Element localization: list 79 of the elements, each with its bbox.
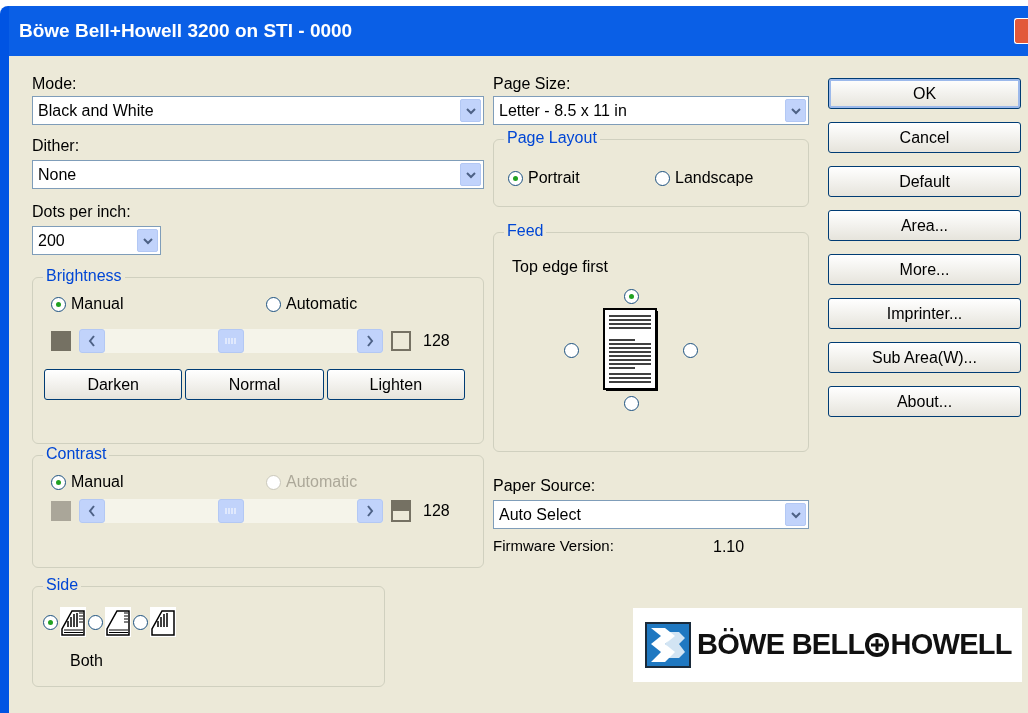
brightness-low-icon bbox=[51, 331, 71, 351]
chevron-icon bbox=[460, 99, 481, 122]
radio-button[interactable] bbox=[623, 289, 639, 304]
dropdown-value: Letter - 8.5 x 11 in bbox=[499, 100, 628, 121]
scroll-left-icon[interactable] bbox=[79, 499, 105, 523]
logo-text: BÖWE BELL bbox=[697, 627, 865, 663]
chevron-icon bbox=[460, 163, 481, 186]
radio-label: Portrait bbox=[528, 168, 580, 188]
adjust-button[interactable]: Darken bbox=[44, 369, 183, 400]
scroll-left-icon[interactable] bbox=[79, 329, 105, 353]
page-sides-icon bbox=[105, 607, 131, 637]
radio-label: Automatic bbox=[286, 294, 358, 314]
page-sides-icon bbox=[60, 607, 86, 637]
dialog-button[interactable]: Sub Area(W)... bbox=[828, 342, 1021, 373]
chevron-icon bbox=[785, 503, 806, 526]
document-icon bbox=[603, 308, 659, 392]
feed-caption: Top edge first bbox=[512, 258, 609, 275]
dropdown-value: 200 bbox=[38, 230, 66, 251]
dropdown[interactable]: Auto Select bbox=[493, 500, 809, 529]
dropdown[interactable]: Black and White bbox=[32, 96, 484, 125]
dropdown[interactable]: Letter - 8.5 x 11 in bbox=[493, 96, 809, 125]
field-label: Paper Source: bbox=[493, 477, 596, 494]
radio-button[interactable] bbox=[133, 614, 148, 630]
slider[interactable] bbox=[79, 329, 383, 353]
group-title: Brightness bbox=[43, 266, 125, 286]
radio-button[interactable] bbox=[43, 614, 58, 630]
scroll-right-icon[interactable] bbox=[357, 329, 383, 353]
contrast-high-icon bbox=[391, 500, 411, 522]
contrast-low-icon bbox=[51, 501, 71, 521]
adjust-button[interactable]: Lighten bbox=[326, 369, 465, 400]
dialog-button[interactable]: Cancel bbox=[828, 122, 1021, 153]
slider-value: 128 bbox=[423, 331, 450, 351]
radio-button[interactable] bbox=[266, 296, 281, 312]
radio-label: Manual bbox=[71, 472, 124, 492]
chevron-icon bbox=[785, 99, 806, 122]
dialog-button[interactable]: OK bbox=[828, 78, 1021, 109]
dialog-button[interactable]: Area... bbox=[828, 210, 1021, 241]
logo-mark-icon bbox=[645, 622, 691, 668]
adjust-button[interactable]: Normal bbox=[185, 369, 324, 400]
dialog-button[interactable]: More... bbox=[828, 254, 1021, 285]
slider-thumb[interactable] bbox=[218, 499, 244, 523]
dialog-button[interactable]: Default bbox=[828, 166, 1021, 197]
field-label: Mode: bbox=[32, 74, 78, 94]
group-title: Page Layout bbox=[504, 128, 600, 148]
radio-button[interactable] bbox=[88, 614, 103, 630]
field-label: Dots per inch: bbox=[32, 203, 131, 220]
radio-label: Manual bbox=[71, 294, 124, 314]
radio-button[interactable] bbox=[508, 170, 523, 186]
firmware-label: Firmware Version: bbox=[493, 536, 615, 556]
radio-label: Landscape bbox=[675, 168, 754, 188]
radio-button[interactable] bbox=[623, 396, 639, 411]
dialog-button[interactable]: Imprinter... bbox=[828, 298, 1021, 329]
side-caption: Both bbox=[70, 652, 103, 669]
slider-value: 128 bbox=[423, 501, 450, 521]
scroll-right-icon[interactable] bbox=[357, 499, 383, 523]
dropdown[interactable]: 200 bbox=[32, 226, 161, 255]
logo-text: HOWELL bbox=[890, 627, 1012, 663]
dropdown-value: None bbox=[38, 164, 78, 185]
dropdown-value: Black and White bbox=[38, 100, 155, 121]
dropdown-value: Auto Select bbox=[499, 504, 582, 525]
brightness-high-icon bbox=[391, 331, 411, 351]
slider-thumb[interactable] bbox=[218, 329, 244, 353]
slider[interactable] bbox=[79, 499, 383, 523]
circled-plus-icon bbox=[865, 633, 890, 657]
radio-button[interactable] bbox=[51, 296, 66, 312]
close-icon[interactable] bbox=[1014, 18, 1028, 44]
firmware-version: 1.10 bbox=[713, 537, 745, 557]
dialog-button[interactable]: About... bbox=[828, 386, 1021, 417]
radio-label: Automatic bbox=[286, 472, 358, 492]
radio-button[interactable] bbox=[564, 342, 579, 358]
dropdown[interactable]: None bbox=[32, 160, 484, 189]
field-label: Page Size: bbox=[493, 74, 572, 94]
radio-button[interactable] bbox=[51, 474, 66, 490]
window-title: Böwe Bell+Howell 3200 on STI - 0000 bbox=[19, 18, 354, 43]
page-sides-icon bbox=[150, 607, 176, 637]
chevron-icon bbox=[137, 229, 158, 252]
radio-button[interactable] bbox=[655, 170, 670, 186]
radio-button[interactable] bbox=[683, 342, 698, 358]
field-label: Dither: bbox=[32, 137, 80, 154]
